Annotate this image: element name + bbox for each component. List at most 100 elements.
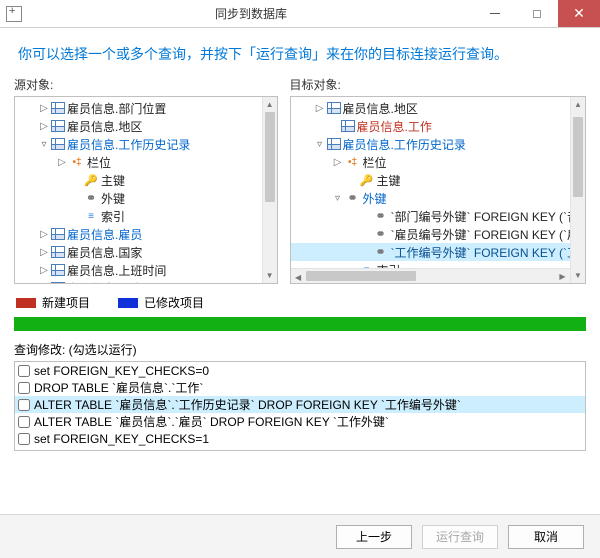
expand-icon[interactable]: ▿: [313, 139, 327, 150]
queries-section: 查询修改: (勾选以运行) set FOREIGN_KEY_CHECKS=0DR…: [0, 341, 600, 451]
expand-icon[interactable]: ▿: [37, 139, 51, 150]
query-text: DROP TABLE `雇员信息`.`工作`: [34, 379, 203, 396]
tree-node[interactable]: ▷雇员信息.上班时间: [15, 261, 277, 279]
table-icon: [51, 246, 65, 258]
table-icon: [341, 120, 355, 132]
legend-new-label: 新建项目: [42, 294, 90, 311]
query-text: set FOREIGN_KEY_CHECKS=0: [34, 364, 209, 378]
tree-node[interactable]: ▷⚭`工作编号外键` FOREIGN KEY (`工: [291, 243, 585, 261]
progress-bar: [14, 317, 586, 331]
expand-icon[interactable]: ▷: [37, 103, 51, 114]
foreign-key-icon: ⚭: [373, 227, 389, 241]
legend-mod-swatch: [118, 298, 138, 308]
query-row[interactable]: set FOREIGN_KEY_CHECKS=0: [15, 362, 585, 379]
tree-node-label: 栏位: [363, 154, 387, 171]
scrollbar-vertical[interactable]: ▲▼: [570, 97, 585, 283]
tree-node[interactable]: ▷ 雇员信息.雇员: [15, 225, 277, 243]
tree-node-label: 外键: [101, 190, 125, 207]
scrollbar-vertical[interactable]: ▲▼: [262, 97, 277, 283]
tree-node[interactable]: ▷•‡栏位: [291, 153, 585, 171]
tree-node-label: 主键: [101, 172, 125, 189]
query-checkbox[interactable]: [18, 433, 30, 445]
tree-node[interactable]: ▷≡索引: [15, 207, 277, 225]
query-text: set FOREIGN_KEY_CHECKS=1: [34, 432, 209, 446]
table-icon: [51, 102, 65, 114]
query-row[interactable]: DROP TABLE `雇员信息`.`工作`: [15, 379, 585, 396]
query-text: ALTER TABLE `雇员信息`.`雇员` DROP FOREIGN KEY…: [34, 413, 389, 430]
expand-icon[interactable]: ▷: [331, 157, 345, 168]
query-row[interactable]: set FOREIGN_KEY_CHECKS=1: [15, 430, 585, 447]
tree-node-label: 雇员信息.工作历史记录: [67, 136, 190, 153]
tree-node-label: 栏位: [87, 154, 111, 171]
foreign-key-icon: ⚭: [83, 191, 99, 205]
query-row[interactable]: ALTER TABLE `雇员信息`.`雇员` DROP FOREIGN KEY…: [15, 413, 585, 430]
table-icon: [51, 282, 65, 284]
tree-node[interactable]: ▿ 雇员信息.工作历史记录: [291, 135, 585, 153]
tree-node-label: 雇员信息.地区: [67, 118, 142, 135]
window-controls: ✕: [474, 0, 600, 27]
tree-node[interactable]: ▷ 雇员信息.部门位置: [15, 99, 277, 117]
app-icon: [6, 6, 22, 22]
query-checkbox[interactable]: [18, 365, 30, 377]
minimize-button[interactable]: [474, 0, 516, 27]
close-button[interactable]: ✕: [558, 0, 600, 27]
foreign-key-icon: ⚭: [345, 191, 361, 205]
source-tree[interactable]: ▷雇员信息.部门位置▷雇员信息.地区▿雇员信息.工作历史记录▷•‡栏位▷🔑主键▷…: [14, 96, 278, 284]
tree-node[interactable]: ▷雇员信息.工作: [291, 117, 585, 135]
run-query-button[interactable]: 运行查询: [422, 525, 498, 549]
footer: 上一步 运行查询 取消: [0, 514, 600, 558]
expand-icon[interactable]: ▷: [55, 157, 69, 168]
table-icon: [51, 264, 65, 276]
tree-node[interactable]: ▷⚭`部门编号外键` FOREIGN KEY (`音: [291, 207, 585, 225]
tree-node[interactable]: ▷🔑主键: [15, 171, 277, 189]
tree-node[interactable]: ▷🔑主键: [291, 171, 585, 189]
tree-node-label: 雇员信息.雇员: [67, 226, 142, 243]
tree-node[interactable]: ▷ 雇员信息.地区: [15, 117, 277, 135]
key-icon: 🔑: [359, 173, 375, 187]
foreign-key-icon: ⚭: [373, 245, 389, 259]
key-icon: 🔑: [83, 173, 99, 187]
expand-icon[interactable]: ▷: [37, 247, 51, 258]
window-title: 同步到数据库: [28, 5, 474, 22]
expand-icon[interactable]: ▿: [331, 193, 345, 204]
query-checkbox[interactable]: [18, 399, 30, 411]
tree-node[interactable]: ▿ 雇员信息.工作历史记录: [15, 135, 277, 153]
tree-node-label: 雇员信息.工作历史记录: [343, 136, 466, 153]
expand-icon[interactable]: ▷: [37, 265, 51, 276]
legend-mod-label: 已修改项目: [144, 294, 204, 311]
tree-node-label: 雇员信息.工作: [357, 118, 432, 135]
tree-node-label: 雇员信息.部门位置: [67, 100, 166, 117]
target-tree[interactable]: ▷雇员信息.地区▷雇员信息.工作▿雇员信息.工作历史记录▷•‡栏位▷🔑主键▿⚭外…: [290, 96, 586, 284]
tree-node[interactable]: ▿⚭外键: [291, 189, 585, 207]
expand-icon[interactable]: ▷: [37, 283, 51, 285]
tree-node[interactable]: ▷ 雇员信息.国家: [15, 243, 277, 261]
cancel-button[interactable]: 取消: [508, 525, 584, 549]
queries-list[interactable]: set FOREIGN_KEY_CHECKS=0DROP TABLE `雇员信息…: [14, 361, 586, 451]
target-panel: 目标对象: ▷雇员信息.地区▷雇员信息.工作▿雇员信息.工作历史记录▷•‡栏位▷…: [290, 76, 586, 284]
expand-icon[interactable]: ▷: [313, 103, 327, 114]
table-icon: [51, 228, 65, 240]
tree-node-label: 雇员信息.地区: [343, 100, 418, 117]
tree-node[interactable]: ▷雇员信息.图片: [15, 279, 277, 284]
expand-icon[interactable]: ▷: [37, 121, 51, 132]
table-icon: [327, 102, 341, 114]
tree-node[interactable]: ▷ 雇员信息.地区: [291, 99, 585, 117]
tree-node-label: `雇员编号外键` FOREIGN KEY (`雇: [391, 226, 579, 243]
tree-node[interactable]: ▷⚭`雇员编号外键` FOREIGN KEY (`雇: [291, 225, 585, 243]
instruction-text: 你可以选择一个或多个查询，并按下「运行查询」来在你的目标连接运行查询。: [0, 28, 600, 76]
query-checkbox[interactable]: [18, 382, 30, 394]
index-icon: ≡: [83, 209, 99, 223]
tree-node-label: 雇员信息.国家: [67, 244, 142, 261]
expand-icon[interactable]: ▷: [37, 229, 51, 240]
tree-node[interactable]: ▷⚭外键: [15, 189, 277, 207]
tree-node-label: `部门编号外键` FOREIGN KEY (`音: [391, 208, 579, 225]
maximize-button[interactable]: [516, 0, 558, 27]
query-text: ALTER TABLE `雇员信息`.`工作历史记录` DROP FOREIGN…: [34, 396, 461, 413]
scrollbar-horizontal[interactable]: ◀▶: [291, 268, 570, 283]
query-checkbox[interactable]: [18, 416, 30, 428]
query-row[interactable]: ALTER TABLE `雇员信息`.`工作历史记录` DROP FOREIGN…: [15, 396, 585, 413]
legend-new-swatch: [16, 298, 36, 308]
prev-button[interactable]: 上一步: [336, 525, 412, 549]
legend-new: 新建项目: [16, 294, 90, 311]
tree-node[interactable]: ▷•‡栏位: [15, 153, 277, 171]
